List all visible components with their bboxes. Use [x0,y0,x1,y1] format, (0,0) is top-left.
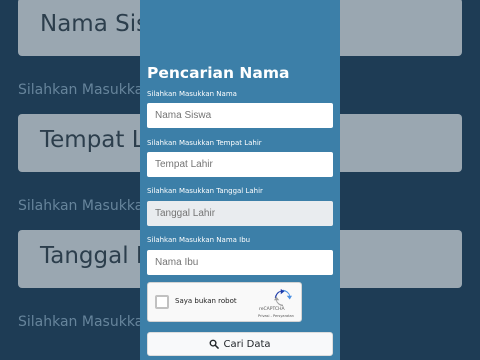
birthdate-input[interactable] [147,201,333,226]
recaptcha-widget: Saya bukan robot reCAPTCHA Privasi - Per… [147,282,302,322]
search-icon [210,339,220,349]
birthdate-label: Silahkan Masukkan Tanggal Lahir [147,187,263,195]
name-label: Silahkan Masukkan Nama [147,90,237,98]
recaptcha-brand: reCAPTCHA [259,307,285,312]
recaptcha-links[interactable]: Privasi - Persyaratan [258,314,294,318]
search-submit-label: Cari Data [223,338,271,350]
mother-name-label: Silahkan Masukkan Nama Ibu [147,236,251,244]
recaptcha-text: Saya bukan robot [175,297,237,305]
birthplace-label: Silahkan Masukkan Tempat Lahir [147,139,262,147]
search-submit-button[interactable]: Cari Data [147,332,333,356]
recaptcha-checkbox[interactable] [155,295,169,309]
birthplace-input[interactable] [147,152,333,177]
search-form-card: Pencarian Nama Silahkan Masukkan Nama Si… [140,0,340,360]
form-title: Pencarian Nama [147,64,290,82]
name-input[interactable] [147,103,333,128]
mother-name-input[interactable] [147,250,333,275]
recaptcha-logo-icon [274,289,292,307]
